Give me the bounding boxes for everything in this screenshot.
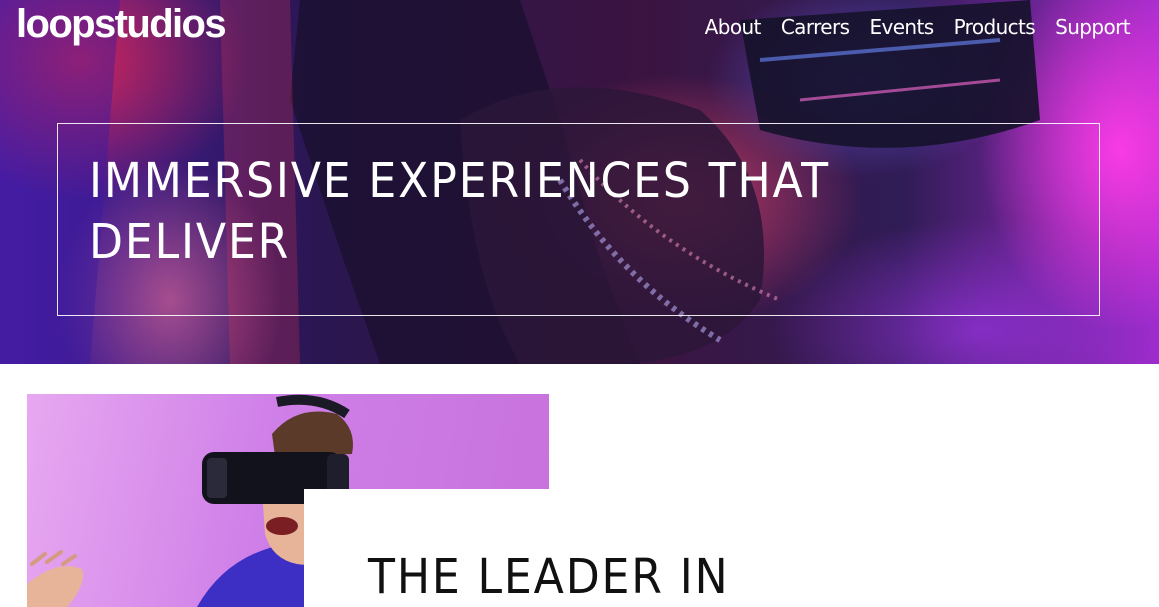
nav-link-products[interactable]: Products bbox=[954, 15, 1036, 39]
hero-title-box: IMMERSIVE EXPERIENCES THAT DELIVER bbox=[57, 123, 1100, 316]
leader-card: THE LEADER IN bbox=[304, 489, 904, 607]
nav-link-support[interactable]: Support bbox=[1055, 15, 1130, 39]
nav-link-events[interactable]: Events bbox=[869, 15, 934, 39]
hero-section: loopstudios About Carrers Events Product… bbox=[0, 0, 1159, 364]
nav-link-about[interactable]: About bbox=[705, 15, 762, 39]
main-nav: About Carrers Events Products Support bbox=[705, 15, 1131, 39]
logo[interactable]: loopstudios bbox=[16, 2, 227, 47]
hero-title: IMMERSIVE EXPERIENCES THAT DELIVER bbox=[89, 153, 830, 270]
leader-title: THE LEADER IN bbox=[368, 549, 730, 605]
nav-link-carrers[interactable]: Carrers bbox=[781, 15, 850, 39]
